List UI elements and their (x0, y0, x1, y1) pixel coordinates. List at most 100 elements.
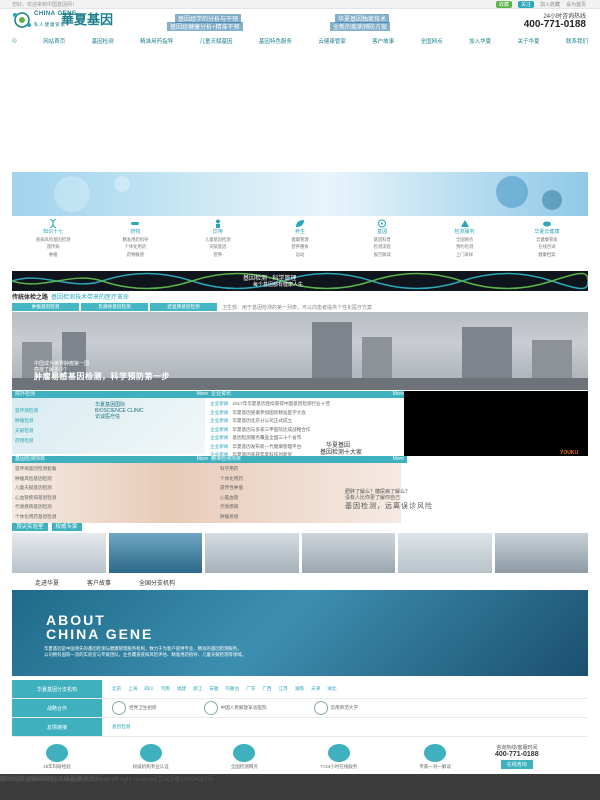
service-item[interactable]: 饮用 儿童基因检测 天赋基因 营养 (177, 219, 259, 265)
branch-link[interactable]: 北京 (112, 686, 121, 692)
branch-link[interactable]: 安徽 (209, 686, 218, 692)
more-link[interactable]: More (393, 456, 404, 463)
partner-item[interactable]: 世界卫生组织 (112, 701, 157, 715)
list-item[interactable]: 科学用药 (220, 464, 243, 474)
list-item[interactable]: 肿瘤检测 (15, 416, 38, 426)
tab-branches[interactable]: 全国分支机构 (139, 578, 175, 587)
list-item[interactable]: 企业新闻 华夏基因北京分公司正式成立 (210, 417, 400, 426)
body-image[interactable] (12, 463, 401, 523)
lab-photo[interactable] (301, 533, 395, 573)
branch-link[interactable]: 湖北 (327, 686, 336, 692)
list-item[interactable]: 个体化用药 (220, 474, 243, 484)
service-item[interactable]: 知识十七 疾病风险基因检测 遗传病 肿瘤 (12, 219, 94, 265)
tab-tumor[interactable]: 肿瘤基因检测 (12, 303, 79, 311)
list-item[interactable]: 遗传性肿瘤 (220, 483, 243, 493)
list-item[interactable]: 药物检测 (15, 436, 38, 446)
nav-item-branches[interactable]: 全国网点 (421, 37, 443, 45)
branch-list: 北京 上海 四川 河南 福建 浙江 安徽 内蒙古 广东 广西 江苏 湖南 天津 湖北 (102, 686, 336, 692)
lab-photo[interactable] (12, 533, 106, 573)
nav-item-contact[interactable]: 联系我们 (566, 37, 588, 45)
service-item[interactable]: 检测服务 全国网点 预约检测 上门采样 (423, 219, 505, 265)
list-item[interactable]: 企业新闻 华夏基因受邀参加国际精准医学大会 (210, 409, 400, 418)
feature-item[interactable]: 权威机构专业认证 (133, 744, 169, 774)
nav-item-gene-test[interactable]: 基因检测 (92, 37, 114, 45)
lab-photo[interactable] (398, 533, 492, 573)
list-item[interactable]: 天赋检测 (15, 426, 38, 436)
list-item[interactable]: 儿童天赋基因检测 (15, 483, 56, 493)
tab-colorectal[interactable]: 结直肠基因检测 (150, 303, 217, 311)
about-text: 华夏基因是中国领先的基因检测与健康管理服务机构，致力于为客户提供专业、精准的基因… (44, 646, 246, 657)
collect-pill[interactable]: 收藏 (495, 0, 512, 8)
branch-link[interactable]: 浙江 (193, 686, 202, 692)
nav-home-icon[interactable]: ◎ (12, 38, 17, 44)
list-item[interactable]: 个体化用药基因检测 (15, 512, 56, 522)
top-links: 收藏 关注 加入收藏 设为首页 (495, 0, 586, 8)
branch-link[interactable]: 广西 (262, 686, 271, 692)
online-consult-button[interactable]: 在线咨询 (500, 760, 533, 769)
list-item[interactable]: 肿瘤风险基因检测 (15, 474, 56, 484)
news-ticker[interactable]: 卫生部：用于基因检测的第一列表，可以向患者提供个性化医疗方案 (222, 304, 372, 311)
service-item[interactable]: 华夏云健康 云健康管家 在线咨询 健康档案 (506, 219, 588, 265)
branch-link[interactable]: 内蒙古 (225, 686, 239, 692)
tab-breast[interactable]: 乳腺癌基因检测 (81, 303, 148, 311)
list-item[interactable]: 肿瘤易感 (220, 512, 243, 522)
more-link[interactable]: More (393, 391, 404, 398)
list-item[interactable]: 代谢疾病基因检测 (15, 502, 56, 512)
service-item[interactable]: 养生 健康管理 营养膳食 运动 (259, 219, 341, 265)
list-item[interactable]: 心脑血管 (220, 493, 243, 503)
list-item[interactable]: 遗传病基因检测套餐 (15, 464, 56, 474)
nav-item-join[interactable]: 加入华夏 (469, 37, 491, 45)
video-player[interactable] (404, 391, 588, 456)
feature-item[interactable]: 专家一对一解读 (419, 744, 451, 774)
add-favorite-link[interactable]: 加入收藏 (540, 1, 560, 8)
panel-clinic-header: 院外检测 More (12, 391, 211, 398)
tab-experts[interactable]: 权威专家 (51, 523, 82, 531)
logo-icon[interactable] (12, 11, 32, 29)
nav-item-home[interactable]: 网站首页 (43, 37, 65, 45)
news-list: 企业新闻 2017年华夏基因连续获得中国基因检测行业十佳 企业新闻 华夏基因受邀参加… (210, 400, 400, 460)
more-link[interactable]: More (197, 456, 208, 463)
branch-link[interactable]: 福建 (177, 686, 186, 692)
feature-item[interactable]: 全国检测网点 (231, 744, 258, 774)
nav-item-cloud[interactable]: 云健康管家 (318, 37, 346, 45)
list-item[interactable]: 企业新闻 基因检测服务覆盖全国三十个省市 (210, 434, 400, 443)
nav-item-special[interactable]: 基因特色服务 (259, 37, 292, 45)
feature-item[interactable]: 7×24小时在线服务 (320, 744, 357, 774)
tab-stories[interactable]: 客户故事 (87, 578, 111, 587)
set-homepage-link[interactable]: 设为首页 (566, 1, 586, 8)
contact-number: 400-771-0188 (495, 751, 539, 758)
partner-item[interactable]: 云南师范大学 (313, 701, 358, 715)
branch-link[interactable]: 江苏 (279, 686, 288, 692)
nav-item-drug[interactable]: 精准用药指导 (140, 37, 173, 45)
list-item[interactable]: 企业新闻 华夏基因发布新一代健康管理平台 (210, 443, 400, 452)
branch-link[interactable]: 四川 (144, 686, 153, 692)
list-item[interactable]: 企业新闻 华夏基因与多家三甲医院达成战略合作 (210, 426, 400, 435)
branch-link[interactable]: 湖南 (295, 686, 304, 692)
partner-item[interactable]: 中国人民解放军总医院 (203, 701, 267, 715)
list-item[interactable]: 心血管疾病基因检测 (15, 493, 56, 503)
branch-link[interactable]: 河南 (161, 686, 170, 692)
ad-text: 肥胖了解么？糖尿病了解么？ 没有人比你更了解你自己 (345, 489, 411, 501)
follow-pill[interactable]: 关注 (517, 0, 534, 8)
lab-photo[interactable] (494, 533, 588, 573)
service-item[interactable]: 基因 基因科普 检测流程 报告解读 (341, 219, 423, 265)
branch-link[interactable]: 天津 (311, 686, 320, 692)
tab-labs[interactable]: 顶尖实验室 (12, 523, 48, 531)
branch-link[interactable]: 广东 (246, 686, 255, 692)
friend-link[interactable]: 基因检测 (112, 724, 130, 730)
nav-item-stories[interactable]: 客户故事 (372, 37, 394, 45)
list-item[interactable]: 企业新闻 2017年华夏基因连续获得中国基因检测行业十佳 (210, 400, 400, 409)
nav-item-kids[interactable]: 儿童天赋基因 (199, 37, 232, 45)
lab-photo[interactable] (108, 533, 202, 573)
tab-about[interactable]: 走进华夏 (35, 578, 59, 587)
list-item[interactable]: 遗传病检测 (15, 406, 38, 416)
more-link[interactable]: More (197, 391, 208, 398)
nav-item-about[interactable]: 关于华夏 (518, 37, 540, 45)
feature-item[interactable]: 18年科研经验 (43, 744, 71, 774)
service-icons: 知识十七 疾病风险基因检测 遗传病 肿瘤 药物 精准用药指导 个体化用药 药物敏感 饮用… (12, 219, 588, 265)
lab-photo[interactable] (205, 533, 299, 573)
service-item[interactable]: 药物 精准用药指导 个体化用药 药物敏感 (94, 219, 176, 265)
list-item[interactable]: 代谢疾病 (220, 502, 243, 512)
hero-banner[interactable] (12, 172, 588, 216)
branch-link[interactable]: 上海 (128, 686, 137, 692)
